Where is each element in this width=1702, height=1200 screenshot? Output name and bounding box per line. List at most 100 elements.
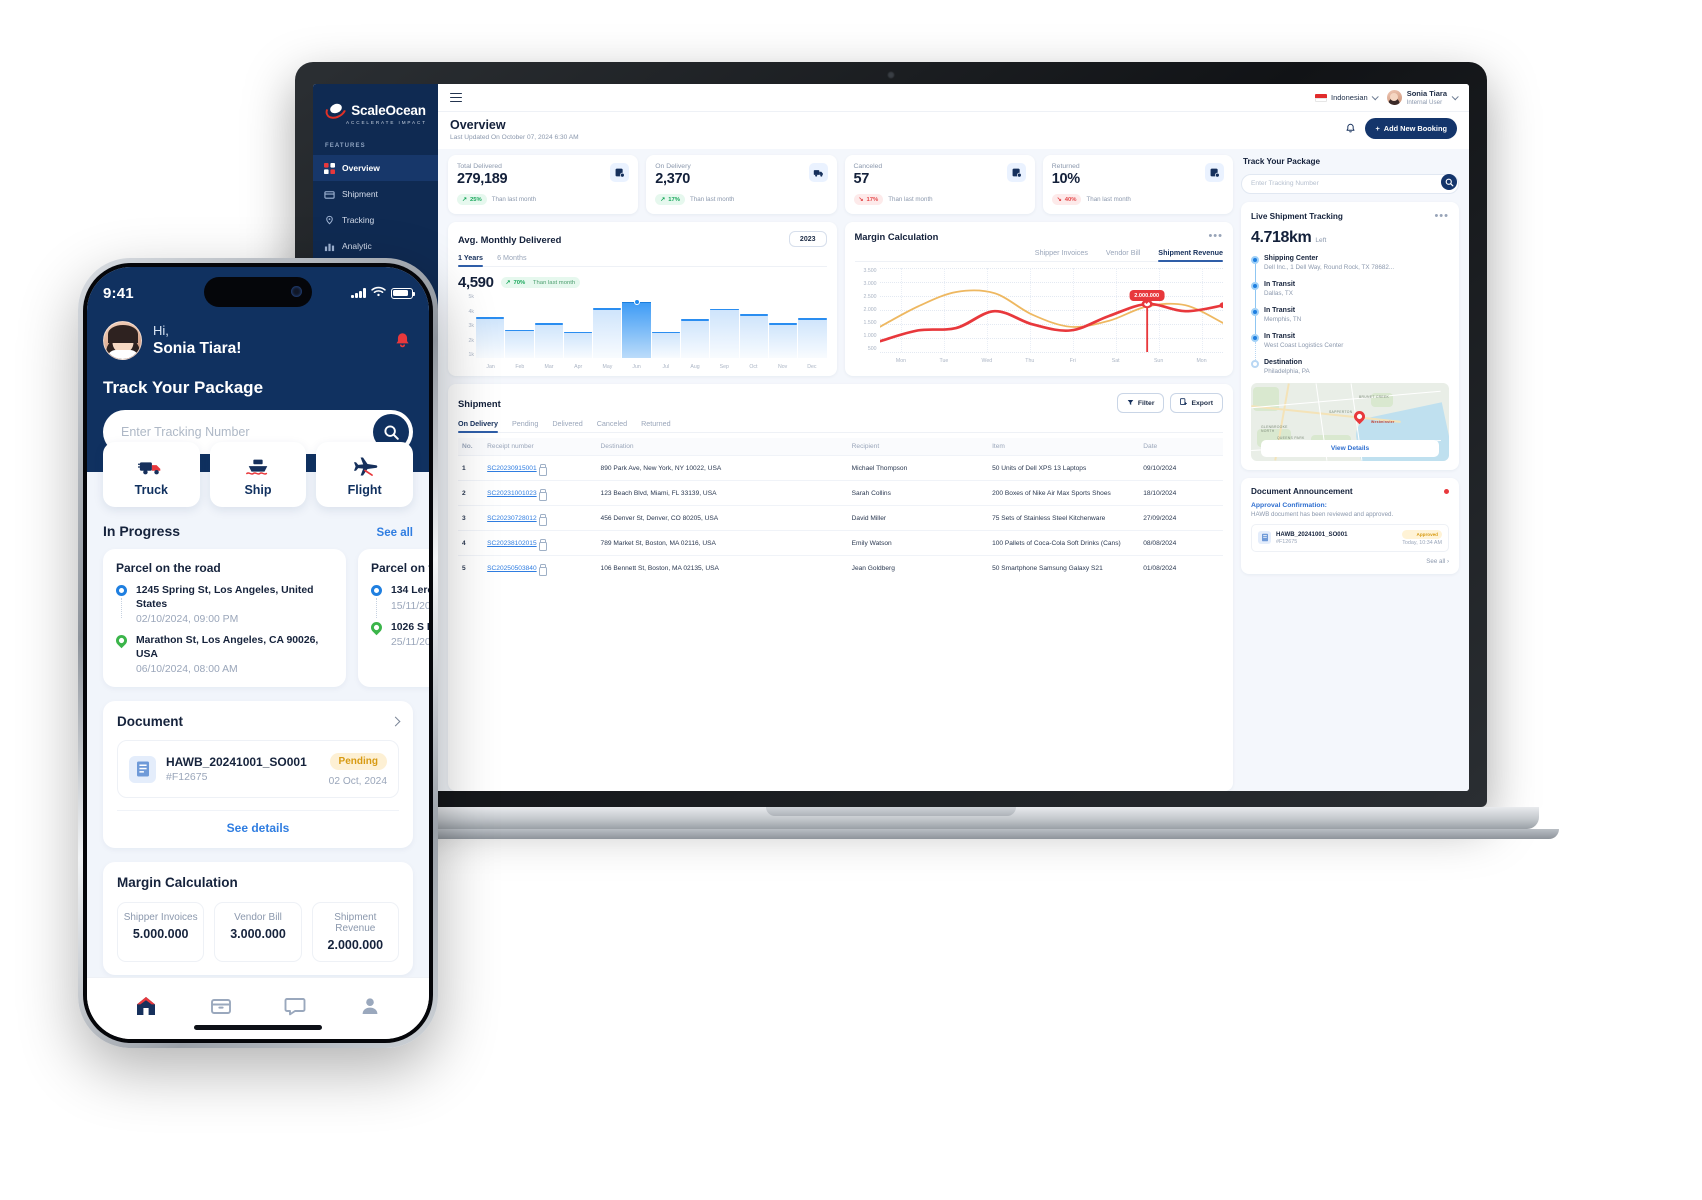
stat-label: On Delivery [655, 163, 691, 170]
table-row[interactable]: 3 SC20230728012 456 Denver St, Denver, CO … [458, 505, 1223, 531]
receipt-link[interactable]: SC20250503840 [487, 565, 537, 572]
table-row[interactable]: 4 SC20238102015 789 Market St, Boston, MA … [458, 530, 1223, 556]
cell-recipient: Michael Thompson [847, 455, 989, 481]
dashboard-screen: ScaleOcean ACCELERATE IMPACT FEATURES Ov… [313, 84, 1469, 791]
notification-bell-icon[interactable] [391, 330, 413, 352]
shipment-table-card: Shipment Filter Export On Delivery Pendi… [448, 384, 1233, 791]
sidebar-item-overview[interactable]: Overview [313, 155, 438, 181]
origin-dot-icon [371, 584, 383, 618]
avatar [103, 321, 142, 360]
tab-delivered[interactable]: Delivered [552, 419, 582, 432]
user-menu[interactable]: Sonia Tiara Internal User [1386, 89, 1459, 106]
tab-canceled[interactable]: Canceled [597, 419, 627, 432]
tab-6-months[interactable]: 6 Months [497, 253, 527, 266]
year-selector-button[interactable]: 2023 [788, 231, 827, 247]
cell-recipient: Sarah Collins [847, 480, 989, 506]
plane-icon [316, 454, 413, 480]
sidebar-item-label: Shipment [342, 189, 378, 199]
copy-icon[interactable] [538, 464, 547, 476]
x-tick: Jun [632, 364, 641, 370]
user-name: Sonia Tiara [1406, 89, 1447, 99]
destination-pin-icon [368, 619, 385, 649]
language-label: Indonesian [1331, 93, 1368, 102]
receipt-link[interactable]: SC20238102015 [487, 540, 537, 547]
parcel-card[interactable]: Parcel on the road 134 Leroy St, New Yor… [358, 549, 429, 688]
table-row[interactable]: 2 SC20231001023 123 Beach Blvd, Miami, FL … [458, 480, 1223, 506]
mode-flight[interactable]: Flight [316, 442, 414, 507]
tracking-search-input[interactable] [1241, 173, 1459, 194]
see-all-link[interactable]: See all [377, 527, 413, 539]
see-all-link[interactable]: See all › [1251, 558, 1449, 565]
chevron-down-icon [1371, 93, 1379, 101]
tab-shipment-revenue[interactable]: Shipment Revenue [1158, 248, 1223, 262]
receipt-link[interactable]: SC20231001023 [487, 490, 537, 497]
tab-pending[interactable]: Pending [512, 419, 538, 432]
map-label: GLENBROOKE NORTH [1261, 424, 1288, 433]
x-tick: Aug [690, 364, 700, 370]
announcement-document-item[interactable]: HAWB_20241001_SO001 #F12675 Approved Tod… [1251, 523, 1449, 552]
timeline-title: In Transit [1264, 280, 1296, 288]
bar [622, 298, 651, 358]
copy-icon[interactable] [538, 489, 547, 501]
document-icon [1258, 531, 1271, 544]
screenshot-stage: ScaleOcean ACCELERATE IMPACT FEATURES Ov… [0, 0, 1702, 1200]
package-check-icon [610, 163, 630, 182]
tab-shipper-invoices[interactable]: Shipper Invoices [1035, 248, 1088, 261]
column-header-destination: Destination [596, 438, 848, 456]
table-row[interactable]: 5 SC20250503840 106 Bennett St, Boston, MA… [458, 555, 1223, 580]
margin-value: 3.000.000 [230, 927, 286, 942]
parcel-destination-stop: Marathon St, Los Angeles, CA 90026, USA … [113, 632, 333, 675]
mode-ship[interactable]: Ship [209, 442, 307, 507]
timeline-item: In Transit Dallas, TX [1251, 280, 1449, 308]
sidebar-item-analytic[interactable]: Analytic [313, 233, 438, 259]
tab-profile[interactable] [333, 994, 408, 1023]
map-label: QUEENS PARK [1277, 435, 1305, 440]
sidebar-item-tracking[interactable]: Tracking [313, 207, 438, 233]
hamburger-menu-icon[interactable] [450, 92, 462, 103]
filter-button[interactable]: Filter [1116, 393, 1165, 413]
truck-icon [103, 454, 200, 480]
copy-icon[interactable] [538, 539, 547, 551]
cell-no: 4 [458, 530, 484, 556]
tab-1-years[interactable]: 1 Years [458, 253, 484, 267]
ellipsis-icon[interactable]: ••• [1208, 231, 1223, 242]
parcel-destination-stop: 1026 S Bonnie Brae St, LA, USA 25/11/202… [368, 619, 429, 649]
copy-icon[interactable] [538, 514, 547, 526]
shipment-icon [209, 994, 233, 1023]
tab-on-delivery[interactable]: On Delivery [458, 419, 498, 433]
copy-icon[interactable] [538, 564, 547, 576]
parcel-card[interactable]: Parcel on the road 1245 Spring St, Los A… [103, 549, 346, 688]
tab-home[interactable] [109, 994, 184, 1023]
search-button[interactable] [1441, 174, 1457, 190]
cell-no: 3 [458, 505, 484, 531]
sidebar-item-shipment[interactable]: Shipment [313, 181, 438, 207]
cell-recipient: Emily Watson [847, 530, 989, 556]
notification-bell-icon[interactable] [1343, 122, 1357, 136]
bar [710, 308, 739, 358]
laptop-trackpad-notch [766, 807, 1016, 816]
stat-compare: Than last month [1086, 196, 1131, 203]
see-details-button[interactable]: See details [117, 810, 399, 835]
chevron-down-icon [1451, 93, 1459, 101]
table-row[interactable]: 1 SC20230915001 890 Park Ave, New York, NY… [458, 455, 1223, 481]
document-row[interactable]: HAWB_20241001_SO001 #F12675 Pending 02 O… [117, 740, 399, 799]
map-label: Westminster [1371, 419, 1395, 424]
language-selector[interactable]: Indonesian [1315, 93, 1379, 102]
ellipsis-icon[interactable]: ••• [1434, 210, 1449, 222]
tab-chat[interactable] [258, 994, 333, 1023]
receipt-link[interactable]: SC20230915001 [487, 465, 537, 472]
tracking-map[interactable]: BRUNET CREEK SAPPERTON GLENBROOKE NORTH … [1251, 382, 1449, 461]
y-tick: 4k [468, 308, 474, 315]
tab-returned[interactable]: Returned [641, 419, 671, 432]
export-button[interactable]: Export [1170, 393, 1223, 413]
document-timestamp: Today, 10:34 AM [1402, 539, 1442, 546]
x-tick: Apr [574, 364, 583, 370]
timeline-subtitle: Philadelphia, PA [1264, 367, 1310, 375]
view-details-button[interactable]: View Details [1261, 439, 1439, 457]
tab-shipment[interactable] [184, 994, 259, 1023]
chevron-right-icon[interactable] [390, 716, 401, 727]
mode-truck[interactable]: Truck [103, 442, 200, 507]
tab-vendor-bill[interactable]: Vendor Bill [1106, 248, 1140, 261]
add-new-booking-button[interactable]: + Add New Booking [1365, 118, 1457, 139]
receipt-link[interactable]: SC20230728012 [487, 515, 537, 522]
